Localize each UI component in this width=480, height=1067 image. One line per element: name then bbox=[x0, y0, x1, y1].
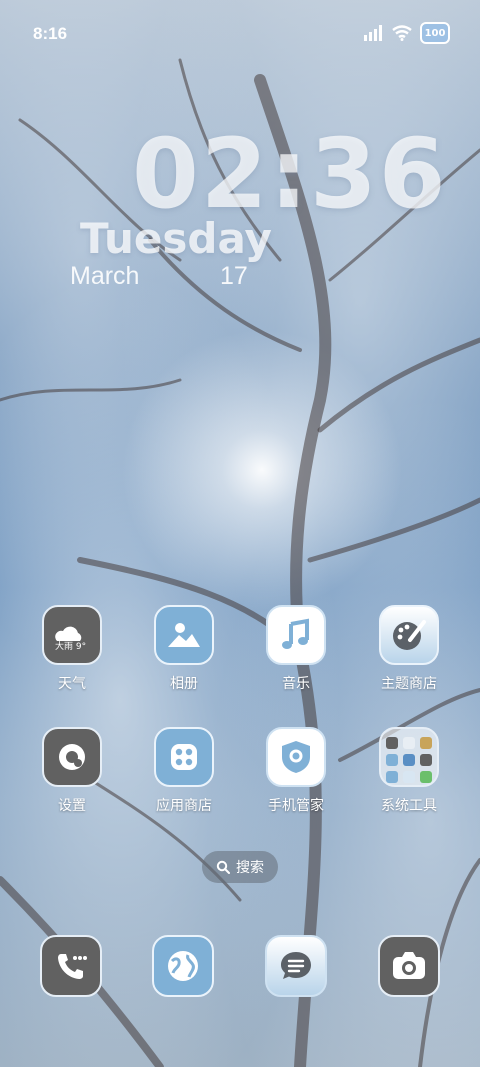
folder-mini-app bbox=[403, 737, 415, 749]
browser-icon bbox=[168, 951, 198, 981]
app-system-tools-folder[interactable]: 系统工具 bbox=[364, 727, 454, 815]
folder-mini-app bbox=[386, 737, 398, 749]
app-label: 设置 bbox=[58, 798, 86, 814]
folder-mini-app bbox=[420, 737, 432, 749]
dock-messages[interactable] bbox=[265, 935, 327, 997]
gallery-icon bbox=[154, 605, 214, 665]
search-icon bbox=[216, 860, 230, 874]
app-phone-manager[interactable]: 手机管家 bbox=[251, 727, 341, 815]
app-label: 手机管家 bbox=[268, 798, 324, 814]
battery-icon: 100 bbox=[420, 22, 450, 44]
status-time: 8:16 bbox=[33, 24, 68, 43]
phone-icon bbox=[58, 954, 87, 979]
wifi-icon bbox=[392, 25, 412, 41]
folder-mini-app bbox=[403, 771, 415, 783]
app-label: 音乐 bbox=[282, 676, 310, 692]
theme-store-icon bbox=[379, 605, 439, 665]
status-bar: 8:16 100 bbox=[0, 0, 480, 64]
folder-mini-app bbox=[386, 771, 398, 783]
folder-mini-app bbox=[386, 754, 398, 766]
phone-manager-icon bbox=[266, 727, 326, 787]
widget-day: Tuesday bbox=[80, 214, 272, 263]
widget-date: 17 bbox=[220, 262, 248, 290]
search-button[interactable]: 搜索 bbox=[202, 851, 278, 883]
status-icons: 100 bbox=[364, 22, 450, 44]
battery-level: 100 bbox=[424, 27, 446, 39]
dock-browser[interactable] bbox=[152, 935, 214, 997]
search-label: 搜索 bbox=[236, 860, 264, 876]
folder-mini-app bbox=[420, 754, 432, 766]
music-icon bbox=[266, 605, 326, 665]
app-store-icon bbox=[154, 727, 214, 787]
weather-badge: 大雨 9° bbox=[55, 640, 86, 652]
app-label: 应用商店 bbox=[156, 798, 212, 814]
camera-icon bbox=[393, 952, 425, 979]
app-theme-store[interactable]: 主题商店 bbox=[364, 605, 454, 693]
system-tools-folder-icon bbox=[379, 727, 439, 787]
app-app-store[interactable]: 应用商店 bbox=[139, 727, 229, 815]
widget-month: March bbox=[70, 262, 140, 290]
app-gallery[interactable]: 相册 bbox=[139, 605, 229, 693]
dock-camera[interactable] bbox=[378, 935, 440, 997]
app-label: 主题商店 bbox=[381, 676, 437, 692]
signal-icon bbox=[364, 25, 382, 41]
settings-icon bbox=[42, 727, 102, 787]
app-music[interactable]: 音乐 bbox=[251, 605, 341, 693]
dock-phone[interactable] bbox=[40, 935, 102, 997]
app-label: 系统工具 bbox=[381, 798, 437, 814]
app-label: 相册 bbox=[170, 676, 198, 692]
app-settings[interactable]: 设置 bbox=[27, 727, 117, 815]
weather-icon: 大雨 9° bbox=[42, 605, 102, 665]
folder-mini-app bbox=[403, 754, 415, 766]
messages-icon bbox=[281, 952, 311, 979]
folder-mini-app bbox=[420, 771, 432, 783]
app-weather[interactable]: 大雨 9° 天气 bbox=[27, 605, 117, 693]
app-label: 天气 bbox=[58, 676, 86, 692]
